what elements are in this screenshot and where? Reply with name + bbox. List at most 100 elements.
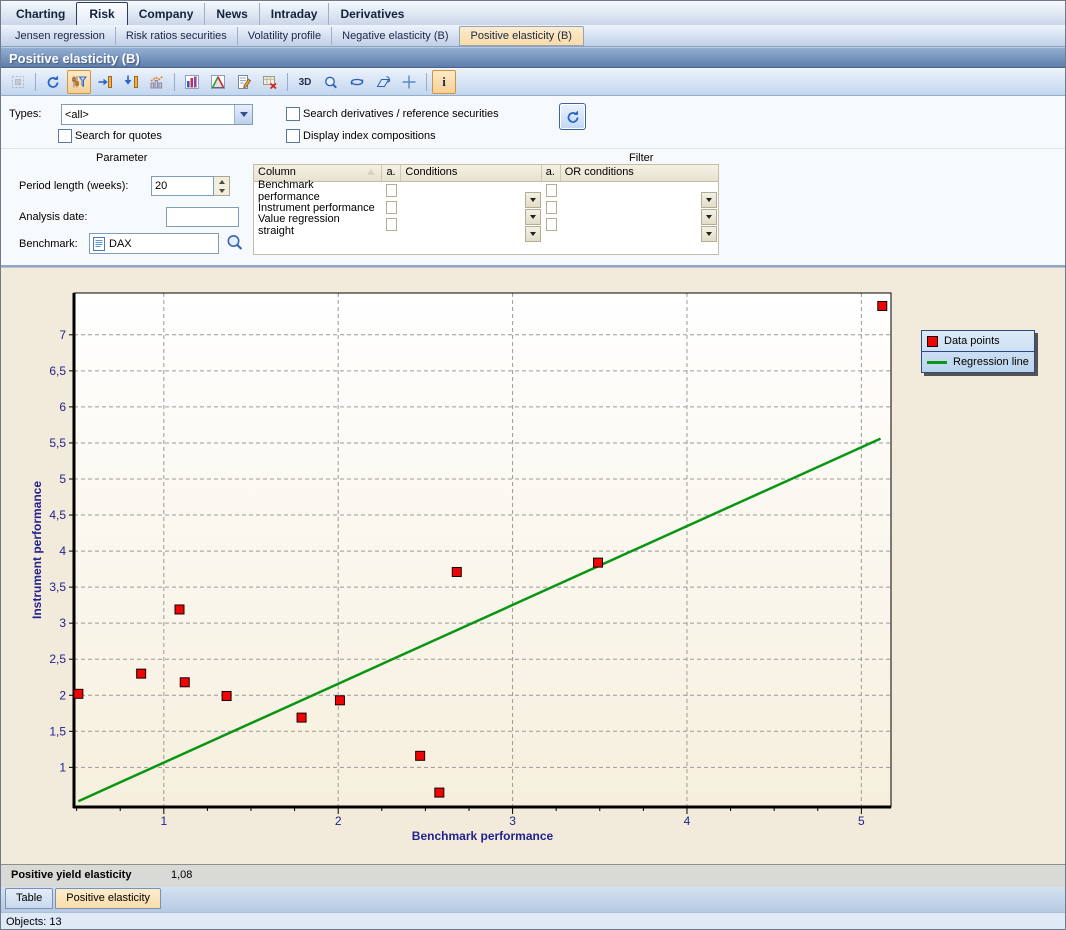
and-checkbox[interactable] xyxy=(386,218,397,231)
types-select[interactable]: <all> xyxy=(61,104,253,125)
view-3d-icon[interactable]: 3D xyxy=(293,70,317,94)
and-checkbox[interactable] xyxy=(386,184,397,197)
period-length-label: Period length (weeks): xyxy=(19,180,128,192)
page-title: Positive elasticity (B) xyxy=(1,47,1065,68)
zoom-icon[interactable] xyxy=(319,70,343,94)
header-or-conditions[interactable]: OR conditions xyxy=(561,165,718,181)
analysis-date-input[interactable] xyxy=(166,207,239,227)
menu-tab-news[interactable]: News xyxy=(204,3,258,25)
bottom-tab-bar: Table Positive elasticity xyxy=(1,887,1065,913)
dropdown-icon[interactable] xyxy=(701,226,717,242)
analysis-date-label: Analysis date: xyxy=(19,211,87,223)
search-for-quotes-label: Search for quotes xyxy=(75,130,162,142)
dropdown-icon[interactable] xyxy=(701,192,717,208)
statistics-icon[interactable] xyxy=(145,70,169,94)
and-checkbox[interactable] xyxy=(386,201,397,214)
svg-text:6,5: 6,5 xyxy=(49,364,66,378)
dropdown-icon[interactable] xyxy=(525,192,541,208)
refresh-icon[interactable] xyxy=(41,70,65,94)
svg-text:7: 7 xyxy=(59,328,66,342)
search-panel: Types: <all> Search for quotes Search de… xyxy=(1,96,1065,149)
header-a2[interactable]: a. xyxy=(542,165,561,181)
svg-text:Benchmark performance: Benchmark performance xyxy=(412,829,554,843)
result-bar: Positive yield elasticity 1,08 xyxy=(1,864,1065,888)
menu-tab-charting[interactable]: Charting xyxy=(5,3,76,25)
and-checkbox[interactable] xyxy=(546,184,557,197)
svg-text:4: 4 xyxy=(59,544,66,558)
filter-table: Column a. Conditions a. OR conditions Be… xyxy=(253,164,719,255)
rotate-icon[interactable] xyxy=(345,70,369,94)
chart-legend[interactable]: Data points Regression line xyxy=(921,330,1035,373)
crosshair-icon[interactable] xyxy=(397,70,421,94)
filter-row-benchmark-performance: Benchmark performance xyxy=(254,182,718,199)
menu-tab-intraday[interactable]: Intraday xyxy=(259,3,329,25)
benchmark-input[interactable]: DAX xyxy=(89,233,219,254)
svg-text:Instrument performance: Instrument performance xyxy=(30,481,44,619)
subtab-negative-elasticity[interactable]: Negative elasticity (B) xyxy=(331,27,458,45)
svg-text:1,5: 1,5 xyxy=(49,724,66,738)
period-length-stepper[interactable] xyxy=(214,176,230,196)
and-checkbox[interactable] xyxy=(546,218,557,231)
header-a1[interactable]: a. xyxy=(382,165,401,181)
regression-line-icon xyxy=(927,361,947,364)
subtab-risk-ratios-securities[interactable]: Risk ratios securities xyxy=(115,27,237,45)
legend-label: Regression line xyxy=(953,356,1029,368)
display-index-checkbox[interactable] xyxy=(286,129,300,143)
svg-text:5,5: 5,5 xyxy=(49,436,66,450)
svg-text:2: 2 xyxy=(59,688,66,702)
period-length-input[interactable] xyxy=(151,176,214,196)
status-bar: Objects: 13 xyxy=(1,912,1065,929)
svg-text:3,5: 3,5 xyxy=(49,580,66,594)
dropdown-icon[interactable] xyxy=(525,226,541,242)
header-conditions[interactable]: Conditions xyxy=(401,165,541,181)
edit-report-icon[interactable] xyxy=(232,70,256,94)
tab-table[interactable]: Table xyxy=(5,888,53,909)
search-for-quotes-checkbox[interactable] xyxy=(58,129,72,143)
toolbar-separator xyxy=(426,73,427,91)
toolbar-separator xyxy=(35,73,36,91)
parameter-heading: Parameter xyxy=(96,152,147,164)
dropdown-icon[interactable] xyxy=(701,209,717,225)
delete-icon[interactable] xyxy=(258,70,282,94)
scatter-plot[interactable]: 1234511,522,533,544,555,566,57Benchmark … xyxy=(1,268,1065,865)
svg-text:1: 1 xyxy=(160,814,167,828)
area-chart-icon[interactable] xyxy=(206,70,230,94)
export-icon[interactable] xyxy=(93,70,117,94)
svg-text:5: 5 xyxy=(858,814,865,828)
search-icon[interactable] xyxy=(225,233,245,253)
result-label: Positive yield elasticity xyxy=(11,869,131,881)
filter-heading: Filter xyxy=(629,152,653,164)
subtab-jensen-regression[interactable]: Jensen regression xyxy=(5,27,115,45)
info-icon[interactable]: i xyxy=(432,70,456,94)
toolbar: 3D i xyxy=(1,69,1065,96)
menu-tab-company[interactable]: Company xyxy=(128,3,205,25)
bar-chart-icon[interactable] xyxy=(180,70,204,94)
subtab-volatility-profile[interactable]: Volatility profile xyxy=(237,27,331,45)
header-column[interactable]: Column xyxy=(254,165,382,181)
filter-settings-icon[interactable] xyxy=(67,70,91,94)
and-checkbox[interactable] xyxy=(546,201,557,214)
subtab-positive-elasticity[interactable]: Positive elasticity (B) xyxy=(459,26,584,46)
benchmark-label: Benchmark: xyxy=(19,238,78,250)
objects-count: Objects: 13 xyxy=(6,916,62,928)
search-derivatives-checkbox[interactable] xyxy=(286,107,300,121)
menu-tab-risk[interactable]: Risk xyxy=(76,2,127,26)
filter-row-value-regression-straight: Value regression straight xyxy=(254,216,718,233)
svg-text:2,5: 2,5 xyxy=(49,652,66,666)
svg-text:5: 5 xyxy=(59,472,66,486)
import-icon[interactable] xyxy=(119,70,143,94)
svg-text:3: 3 xyxy=(509,814,516,828)
chart-panel: 1234511,522,533,544,555,566,57Benchmark … xyxy=(1,267,1065,865)
menu-tab-derivatives[interactable]: Derivatives xyxy=(328,3,415,25)
tab-positive-elasticity[interactable]: Positive elasticity xyxy=(55,888,161,909)
legend-item-regression-line: Regression line xyxy=(922,351,1034,372)
types-select-value: <all> xyxy=(62,109,234,121)
data-point-marker-icon xyxy=(927,336,938,347)
sort-icon xyxy=(367,169,375,175)
chevron-down-icon[interactable] xyxy=(234,105,252,124)
dropdown-icon[interactable] xyxy=(525,209,541,225)
svg-text:4: 4 xyxy=(684,814,691,828)
result-value: 1,08 xyxy=(171,869,192,881)
perspective-icon[interactable] xyxy=(371,70,395,94)
run-search-button[interactable] xyxy=(559,103,586,130)
